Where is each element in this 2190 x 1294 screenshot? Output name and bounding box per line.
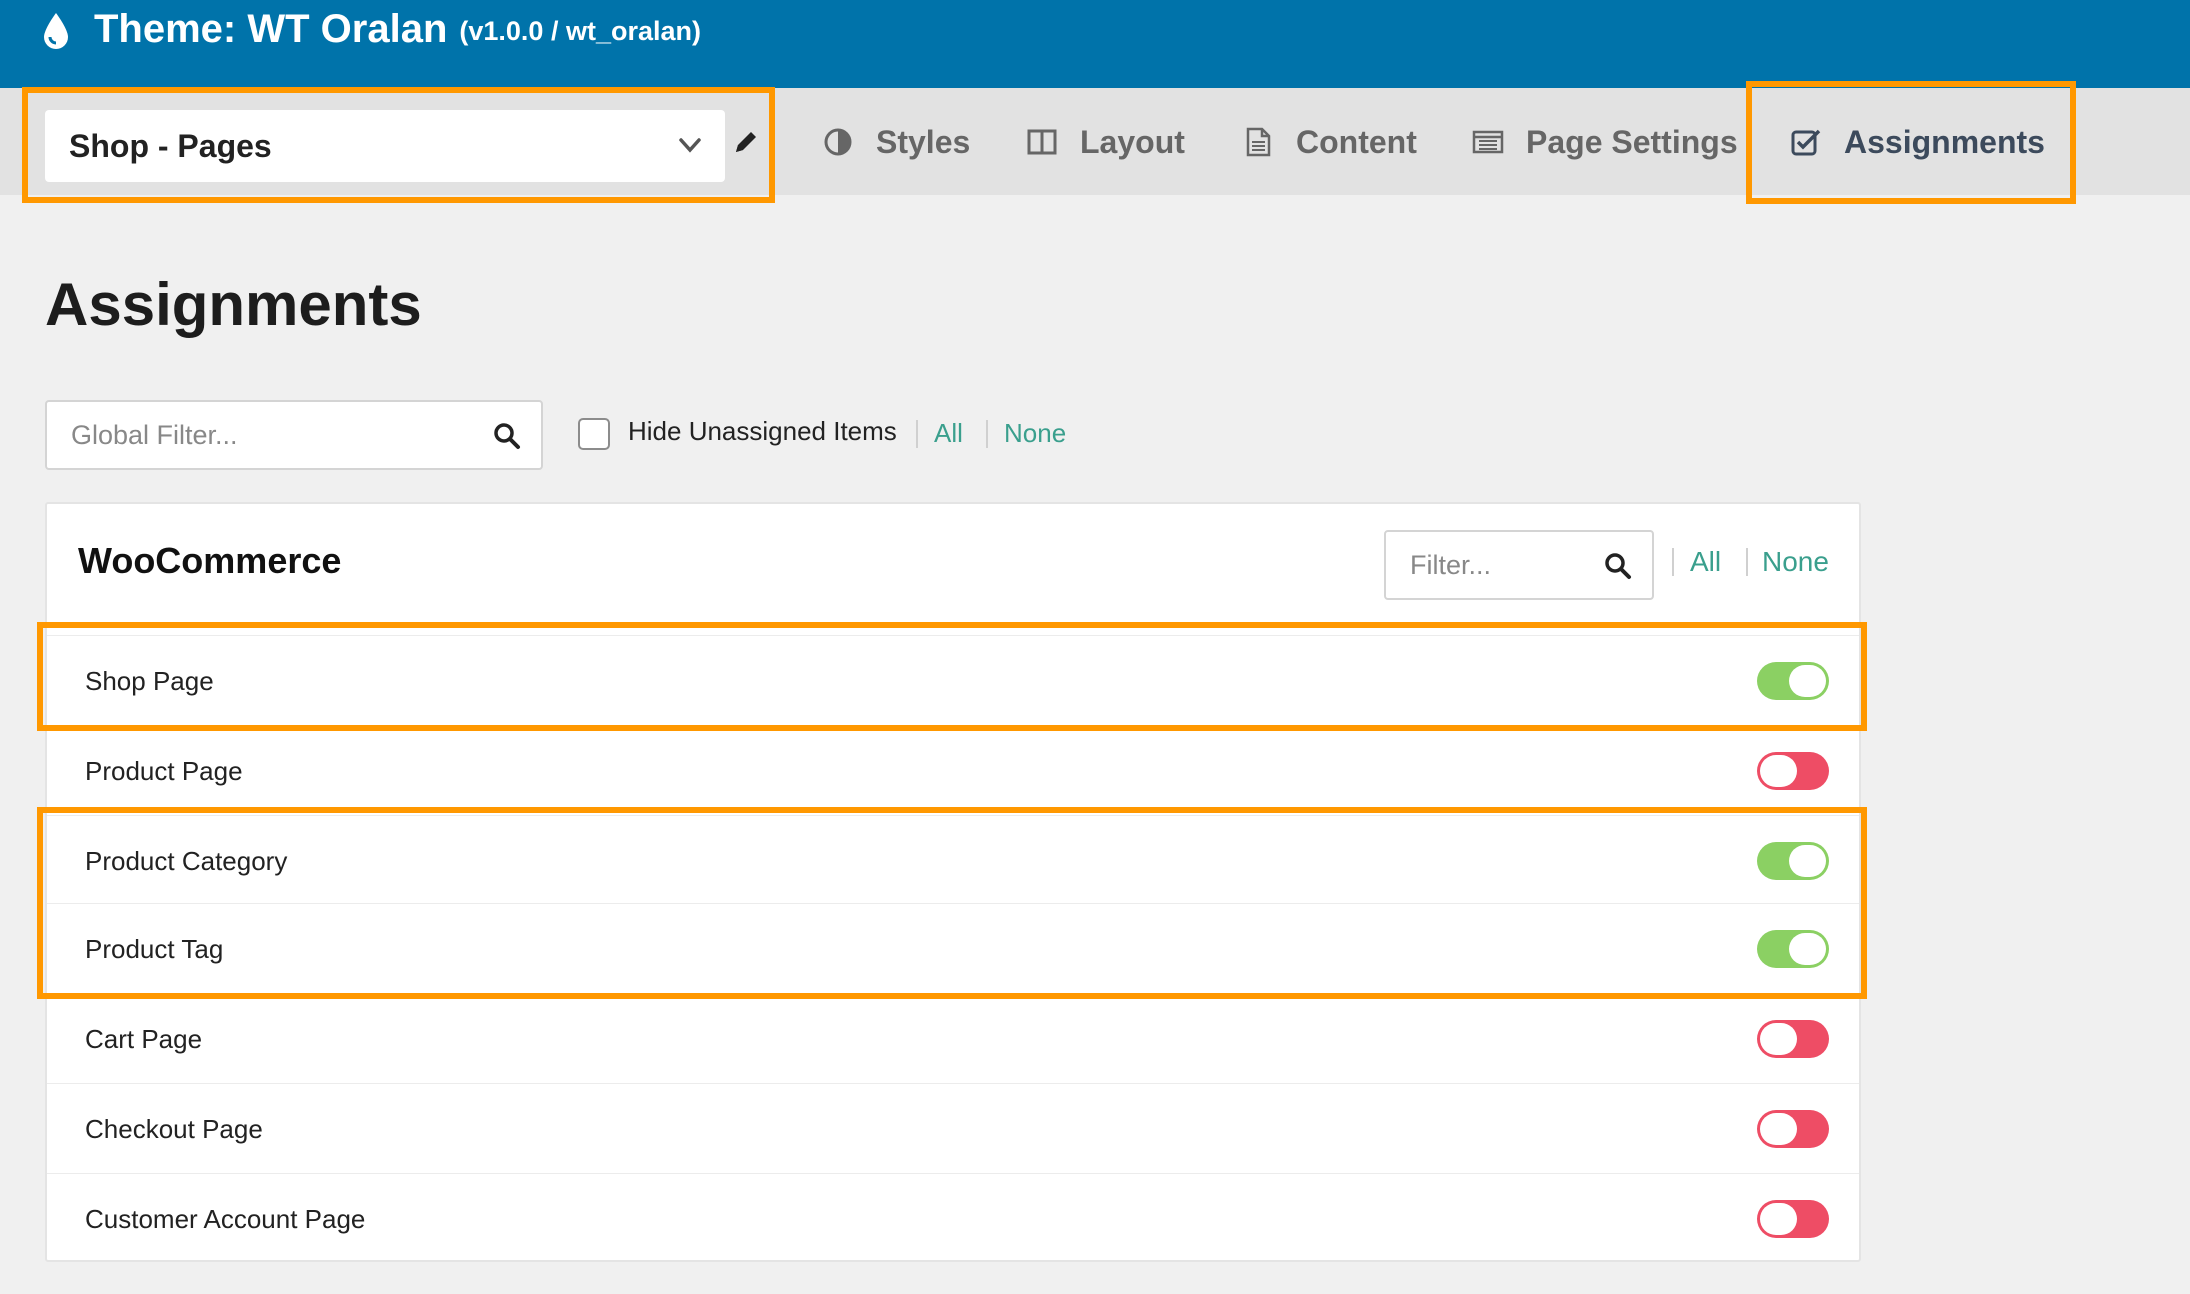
item-label: Product Page xyxy=(85,756,243,786)
layout-select[interactable]: Shop - Pages xyxy=(45,110,725,182)
search-icon xyxy=(1605,553,1631,579)
tab-page-settings[interactable]: Page Settings xyxy=(1472,118,1738,166)
toggle-knob xyxy=(1760,755,1797,787)
toggle-knob xyxy=(1789,665,1826,697)
document-icon xyxy=(1246,127,1271,157)
panel-title: WooCommerce xyxy=(78,540,342,581)
list-item: Cart Page xyxy=(47,993,1859,1083)
tab-label: Layout xyxy=(1080,123,1185,160)
item-label: Shop Page xyxy=(85,666,214,696)
assignment-toggle[interactable] xyxy=(1757,930,1829,968)
tab-label: Assignments xyxy=(1844,123,2045,160)
assignment-toggle[interactable] xyxy=(1757,1200,1829,1238)
tab-layout[interactable]: Layout xyxy=(1026,118,1185,166)
list-item: Customer Account Page xyxy=(47,1173,1859,1263)
item-label: Cart Page xyxy=(85,1024,203,1054)
theme-version: (v1.0.0 / wt_oralan) xyxy=(459,15,701,46)
tab-content[interactable]: Content xyxy=(1242,118,1417,166)
global-filter-input[interactable] xyxy=(71,419,451,451)
toggle-knob xyxy=(1760,1023,1797,1055)
tab-styles[interactable]: Styles xyxy=(822,118,970,166)
panel-filter-input[interactable] xyxy=(1410,549,1590,581)
global-filter[interactable] xyxy=(45,400,543,470)
toggle-knob xyxy=(1789,933,1826,965)
panel-all-link[interactable]: All xyxy=(1690,546,1721,578)
item-label: Checkout Page xyxy=(85,1114,263,1144)
item-label: Customer Account Page xyxy=(85,1204,366,1234)
assignment-toggle[interactable] xyxy=(1757,662,1829,700)
list-item: Shop Page xyxy=(47,635,1859,725)
list-item: Checkout Page xyxy=(47,1083,1859,1173)
tab-label: Styles xyxy=(876,123,971,160)
hide-unassigned-label: Hide Unassigned Items xyxy=(628,416,897,446)
global-none-link[interactable]: None xyxy=(1004,418,1066,449)
tab-label: Page Settings xyxy=(1526,123,1738,160)
divider xyxy=(986,420,988,448)
global-all-link[interactable]: All xyxy=(934,418,963,449)
list-item: Product Tag xyxy=(47,903,1859,993)
list-item: Product Page xyxy=(47,725,1859,815)
divider xyxy=(1746,548,1748,576)
toggle-knob xyxy=(1789,845,1826,877)
item-label: Product Category xyxy=(85,846,288,876)
toggle-knob xyxy=(1760,1203,1797,1235)
panel-none-link[interactable]: None xyxy=(1762,546,1829,578)
layout-select-value: Shop - Pages xyxy=(69,127,272,164)
list-item: Product Category xyxy=(47,815,1859,905)
tab-label: Content xyxy=(1296,123,1417,160)
divider xyxy=(1672,548,1674,576)
page-title: Assignments xyxy=(45,271,422,338)
chevron-down-icon xyxy=(679,138,701,153)
pencil-icon[interactable] xyxy=(732,128,760,156)
assignment-toggle[interactable] xyxy=(1757,1110,1829,1148)
assignment-toggle[interactable] xyxy=(1757,842,1829,880)
list-window-icon xyxy=(1472,130,1504,154)
toggle-knob xyxy=(1760,1113,1797,1145)
droplet-icon xyxy=(44,13,68,49)
search-icon xyxy=(494,423,520,449)
theme-title: Theme: WT Oralan xyxy=(94,6,448,51)
app-header: Theme: WT Oralan (v1.0.0 / wt_oralan) xyxy=(0,0,2190,88)
item-label: Product Tag xyxy=(85,934,224,964)
assignment-toggle[interactable] xyxy=(1757,752,1829,790)
columns-icon xyxy=(1027,129,1057,155)
hide-unassigned-checkbox[interactable] xyxy=(578,418,610,450)
tab-assignments[interactable]: Assignments xyxy=(1790,118,2045,166)
half-circle-icon xyxy=(824,128,852,156)
divider xyxy=(916,420,918,448)
checkbox-icon xyxy=(1791,129,1821,156)
panel-filter[interactable] xyxy=(1384,530,1654,600)
assignment-toggle[interactable] xyxy=(1757,1020,1829,1058)
